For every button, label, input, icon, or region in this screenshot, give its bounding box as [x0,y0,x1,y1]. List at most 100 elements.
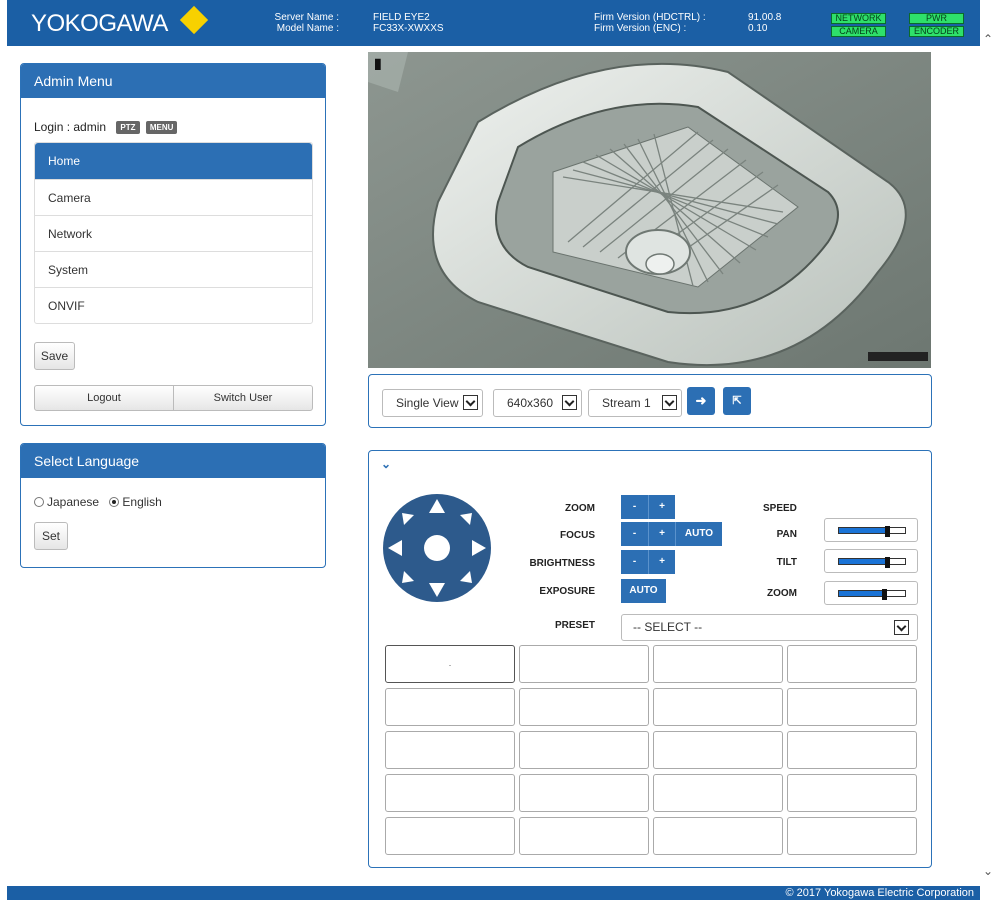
preset-button[interactable] [519,731,649,769]
slider-track [838,557,906,568]
language-options: Japanese English [34,495,162,509]
preset-button[interactable] [653,688,783,726]
chevron-down-icon [463,395,478,410]
stream-select[interactable]: Stream 1 [588,389,682,417]
zoom-speed-slider[interactable] [824,581,918,605]
pwr-status-badge: PWR [909,13,964,24]
menu-item-system[interactable]: System [35,251,312,287]
resolution-select[interactable]: 640x360 [493,389,582,417]
preset-button[interactable] [653,731,783,769]
login-text: Login : admin [34,120,107,134]
scroll-up-icon[interactable]: ⌃ [983,32,993,46]
view-mode-select[interactable]: Single View [382,389,483,417]
server-labels: Server Name : Model Name : [264,12,339,34]
preset-button[interactable] [519,774,649,812]
encoder-status-badge: ENCODER [909,26,964,37]
collapse-chevron-icon[interactable]: ⌄ [381,457,391,471]
slider-track [838,589,906,600]
zoom-speed-label: ZOOM [767,588,797,599]
preset-button[interactable] [385,688,515,726]
slider-fill [839,528,886,533]
language-title: Select Language [21,444,325,478]
ptz-tag: PTZ [116,121,140,135]
preset-button[interactable] [519,817,649,855]
slider-fill [839,591,882,596]
vertical-scrollbar[interactable]: ⌃ ⌄ [980,32,995,900]
zoom-plus-button[interactable]: + [648,495,675,519]
fullscreen-button[interactable]: ⇱ [723,387,751,415]
stream-value: Stream 1 [602,396,651,410]
japanese-radio[interactable] [34,497,44,507]
preset-button[interactable] [519,645,649,683]
zoom-minus-button[interactable]: - [621,495,648,519]
preset-grid: . [385,645,917,855]
preset-select[interactable]: -- SELECT -- [621,614,918,641]
logout-button[interactable]: Logout [34,385,174,411]
camera-image: ▮ [368,52,931,368]
focus-minus-button[interactable]: - [621,522,648,546]
slider-track [838,526,906,537]
preset-button[interactable] [787,688,917,726]
preset-button[interactable] [653,774,783,812]
firm-enc-label: Firm Version (ENC) : [594,23,687,34]
focus-plus-button[interactable]: + [648,522,675,546]
speed-label: SPEED [763,503,797,514]
camera-marker-icon: ▮ [374,55,382,71]
login-info: Login : admin PTZ MENU [34,120,178,135]
preset-button[interactable] [385,731,515,769]
english-label[interactable]: English [122,495,161,509]
copyright-text: © 2017 Yokogawa Electric Corporation [785,887,975,899]
slider-knob[interactable] [881,589,887,600]
preset-button[interactable] [787,817,917,855]
menu-item-home[interactable]: Home [35,143,312,179]
ptz-control-panel: ⌄ ZOOM FOCUS BRIGHTNESS EXPOSURE PRESET … [368,450,932,868]
server-name-value: FIELD EYE2 [373,12,430,23]
menu-item-camera[interactable]: Camera [35,179,312,215]
menu-item-network[interactable]: Network [35,215,312,251]
chevron-down-icon [894,620,909,635]
set-language-button[interactable]: Set [34,522,68,550]
preset-button[interactable] [787,774,917,812]
firm-hdctrl-value: 91.00.8 [748,12,782,23]
footer: © 2017 Yokogawa Electric Corporation [7,886,980,900]
tilt-speed-label: TILT [776,557,797,568]
preset-button[interactable] [519,688,649,726]
focus-auto-button[interactable]: AUTO [675,522,722,546]
tilt-speed-slider[interactable] [824,549,918,573]
ptz-direction-pad[interactable] [382,493,492,603]
slider-knob[interactable] [885,526,891,537]
preset-label: PRESET [554,620,595,631]
save-button[interactable]: Save [34,342,75,370]
menu-item-onvif[interactable]: ONVIF [35,287,312,323]
preset-button[interactable] [385,817,515,855]
goto-button[interactable]: ➜ [687,387,715,415]
japanese-label[interactable]: Japanese [47,495,99,509]
preset-button[interactable] [653,817,783,855]
switch-user-button[interactable]: Switch User [173,385,313,411]
arrow-forward-icon: ➜ [695,393,707,408]
network-status-badge: NETWORK [831,13,886,24]
slider-knob[interactable] [885,557,891,568]
slider-fill [839,559,886,564]
firm-enc-value: 0.10 [748,23,768,34]
pan-speed-label: PAN [776,529,797,540]
yokogawa-logo: YOKOGAWA [31,10,168,37]
preset-button[interactable]: . [385,645,515,683]
camera-view[interactable]: ▮ [368,52,931,368]
english-radio[interactable] [109,497,120,507]
model-name-label: Model Name : [276,23,339,34]
preset-button[interactable] [385,774,515,812]
brightness-minus-button[interactable]: - [621,550,648,574]
focus-label: FOCUS [560,530,595,541]
pan-speed-slider[interactable] [824,518,918,542]
preset-button[interactable] [787,645,917,683]
zoom-label: ZOOM [565,503,595,514]
admin-menu-title: Admin Menu [21,64,325,98]
server-name-label: Server Name : [274,12,339,23]
preset-button[interactable] [787,731,917,769]
app-header: YOKOGAWA Server Name : Model Name : FIEL… [7,0,980,46]
scroll-down-icon[interactable]: ⌄ [983,864,993,878]
brightness-plus-button[interactable]: + [648,550,675,574]
exposure-auto-button[interactable]: AUTO [621,579,666,603]
preset-button[interactable] [653,645,783,683]
